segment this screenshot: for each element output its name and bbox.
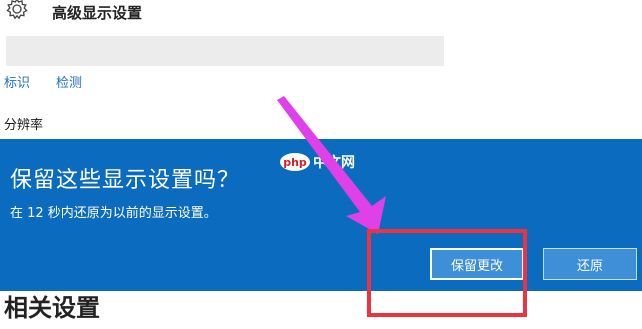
revert-button[interactable]: 还原 [543,248,637,280]
keep-changes-button[interactable]: 保留更改 [430,248,524,280]
dialog-message: 在 12 秒内还原为以前的显示设置。 [10,206,217,221]
identify-link[interactable]: 标识 [4,72,30,91]
dialog-title: 保留这些显示设置吗？ [10,168,241,193]
settings-header: 高级显示设置 [0,0,642,30]
display-preview-area[interactable] [6,36,444,66]
php-watermark-logo: php 中文网 [280,153,355,171]
related-settings-heading: 相关设置 [4,294,100,322]
page-title: 高级显示设置 [52,4,143,22]
watermark-site-text: 中文网 [313,154,355,171]
watermark-logo-text: php [283,156,307,169]
resolution-label: 分辨率 [4,118,44,133]
detect-link[interactable]: 检测 [56,72,82,91]
gear-icon [6,0,28,20]
